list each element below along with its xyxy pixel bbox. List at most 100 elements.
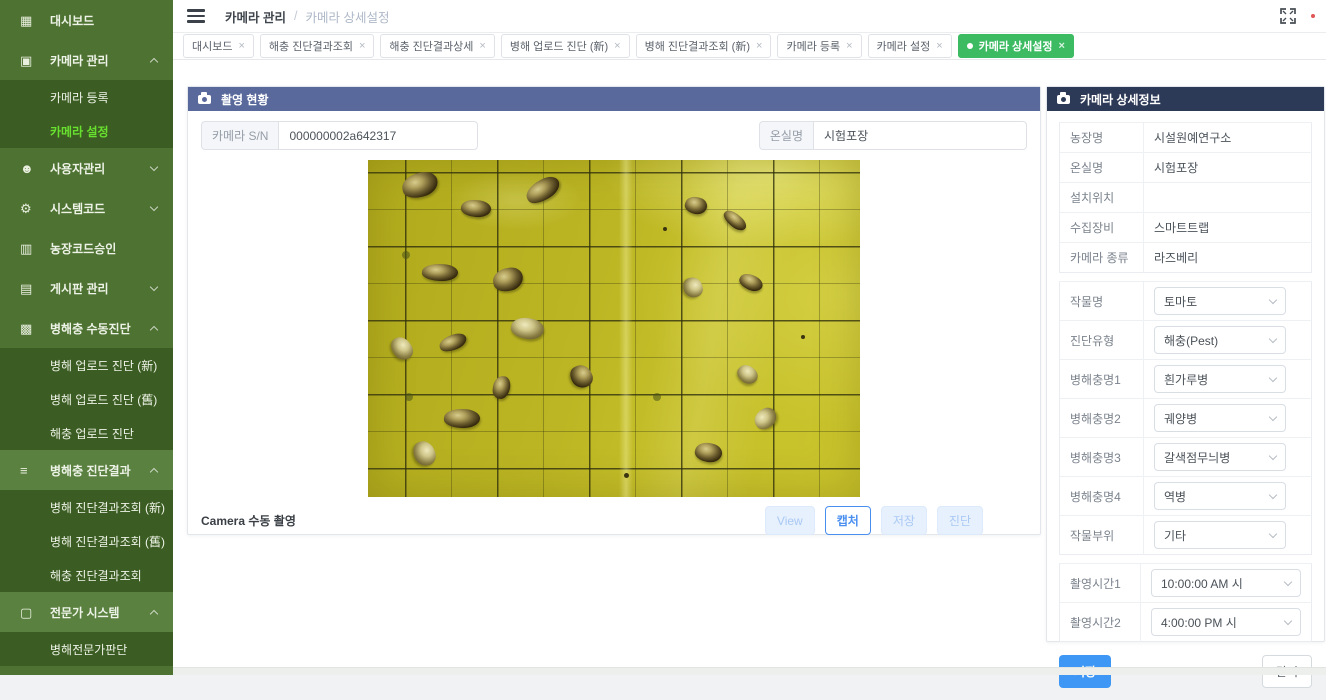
action-button[interactable]: 저장: [881, 506, 927, 535]
trap-spot: [444, 408, 481, 429]
field-label: 진단유형: [1060, 321, 1144, 360]
table-row: 촬영시간1 10:00:00 AM 시: [1060, 564, 1312, 603]
tab-close-icon[interactable]: ×: [756, 40, 762, 52]
chevron-down-icon: [1269, 295, 1277, 303]
dropdown-value: 궤양병: [1164, 410, 1197, 427]
tab-close-icon[interactable]: ×: [936, 40, 942, 52]
field-label: 온실명: [1060, 153, 1144, 183]
tab-close-icon[interactable]: ×: [479, 40, 485, 52]
field-label: 병해충명3: [1060, 438, 1144, 477]
trap-spot: [402, 251, 410, 259]
tab-close-icon[interactable]: ×: [359, 40, 365, 52]
sidebar-item[interactable]: 해충 업로드 진단: [0, 416, 173, 450]
sidebar-item[interactable]: ▩ 병해충 수동진단: [0, 308, 173, 348]
dropdown[interactable]: 갈색점무늬병: [1154, 443, 1286, 471]
sidebar-item[interactable]: 해충 진단결과조회: [0, 558, 173, 592]
tab[interactable]: 카메라 등록 ×: [777, 34, 861, 58]
field-label: 병해충명4: [1060, 477, 1144, 516]
camera-sn-input[interactable]: [278, 121, 478, 150]
sidebar-item-icon: ▢: [20, 606, 37, 619]
sidebar-item[interactable]: ≡ 병해충 진단결과: [0, 450, 173, 490]
field-label: 카메라 종류: [1060, 243, 1144, 273]
chevron-icon: [150, 610, 158, 618]
time-dropdown[interactable]: 4:00:00 PM 시: [1151, 608, 1301, 636]
dropdown[interactable]: 토마토: [1154, 287, 1286, 315]
tab[interactable]: 카메라 설정 ×: [868, 34, 952, 58]
sidebar-item-icon: ▩: [20, 322, 37, 335]
trap-spot: [751, 405, 781, 433]
chevron-icon: [150, 58, 158, 66]
action-button[interactable]: View: [765, 506, 815, 535]
tab-label: 해충 진단결과상세: [389, 38, 473, 54]
field-value: 시험포장: [1144, 153, 1312, 183]
capture-actions: View 캡처 저장 진단: [765, 506, 1027, 535]
sidebar-item[interactable]: ▣ 카메라 관리: [0, 40, 173, 80]
dropdown[interactable]: 해충(Pest): [1154, 326, 1286, 354]
sidebar-item[interactable]: 병해 업로드 진단 (新): [0, 348, 173, 382]
tab[interactable]: 해충 진단결과상세 ×: [380, 34, 494, 58]
trap-spot: [693, 440, 724, 465]
sidebar-item[interactable]: ▦ 대시보드: [0, 0, 173, 40]
close-button[interactable]: 닫기: [1262, 655, 1312, 688]
tab[interactable]: 병해 진단결과조회 (新) ×: [636, 34, 772, 58]
sidebar-item[interactable]: 카메라 등록: [0, 80, 173, 114]
camera-info-table: 농장명 시설원예연구소 온실명 시험포장 설치위치 수집장비 스마트트랩: [1059, 122, 1312, 273]
tab-close-icon[interactable]: ×: [614, 40, 620, 52]
table-row: 작물명 토마토: [1060, 282, 1312, 321]
camera-detail-panel: 카메라 상세정보 농장명 시설원예연구소 온실명 시험포장 설치위치: [1046, 86, 1325, 642]
save-button[interactable]: 저장: [1059, 655, 1111, 688]
trap-spot: [737, 270, 765, 295]
sidebar-item-icon: ≡: [20, 464, 37, 477]
sidebar-item[interactable]: ▢ 전문가 시스템: [0, 592, 173, 632]
sidebar-item-icon: ☻: [20, 162, 37, 175]
field-label: 설치위치: [1060, 183, 1144, 213]
breadcrumb-primary[interactable]: 카메라 관리: [225, 7, 286, 26]
chevron-icon: [150, 326, 158, 334]
sidebar-item[interactable]: ▤ 게시판 관리: [0, 268, 173, 308]
menu-toggle-icon[interactable]: [187, 9, 205, 23]
table-row: 수집장비 스마트트랩: [1060, 213, 1312, 243]
sidebar-item-label: 대시보드: [50, 12, 94, 29]
sidebar-item[interactable]: ⚙ 시스템코드: [0, 188, 173, 228]
chevron-down-icon: [1269, 529, 1277, 537]
dropdown[interactable]: 흰가루병: [1154, 365, 1286, 393]
dropdown[interactable]: 궤양병: [1154, 404, 1286, 432]
tab-close-icon[interactable]: ×: [238, 40, 244, 52]
sidebar-item[interactable]: 카메라 설정: [0, 114, 173, 148]
tab[interactable]: 해충 진단결과조회 ×: [260, 34, 374, 58]
action-button[interactable]: 진단: [937, 506, 983, 535]
tab-close-icon[interactable]: ×: [846, 40, 852, 52]
sidebar-item[interactable]: 병해 업로드 진단 (舊): [0, 382, 173, 416]
sidebar-item-label: 병해 업로드 진단 (舊): [50, 391, 157, 408]
field-label: 수집장비: [1060, 213, 1144, 243]
trap-spot: [523, 173, 564, 208]
breadcrumb-secondary: 카메라 상세설정: [305, 7, 389, 26]
fullscreen-icon[interactable]: [1280, 8, 1296, 24]
tab-close-icon[interactable]: ×: [1059, 40, 1065, 52]
tab[interactable]: 병해 업로드 진단 (新) ×: [501, 34, 630, 58]
sidebar-item[interactable]: ▥ 농장코드승인: [0, 228, 173, 268]
field-label: 병해충명2: [1060, 399, 1144, 438]
greenhouse-input[interactable]: [813, 121, 1027, 150]
sidebar-item[interactable]: 병해 진단결과조회 (新): [0, 490, 173, 524]
trap-spot: [663, 227, 667, 231]
dropdown[interactable]: 역병: [1154, 482, 1286, 510]
dropdown-value: 역병: [1164, 488, 1186, 505]
tab[interactable]: 카메라 상세설정 ×: [958, 34, 1074, 58]
sidebar-item[interactable]: ☻ 사용자관리: [0, 148, 173, 188]
sidebar-item-label: 농장코드승인: [50, 240, 116, 257]
chevron-icon: [150, 162, 158, 170]
field-value: 시설원예연구소: [1144, 123, 1312, 153]
notification-dot: [1311, 14, 1315, 18]
sidebar-item[interactable]: 병해 진단결과조회 (舊): [0, 524, 173, 558]
dropdown[interactable]: 기타: [1154, 521, 1286, 549]
trap-spot: [438, 331, 469, 354]
sidebar-item[interactable]: 병해전문가판단: [0, 632, 173, 666]
action-button[interactable]: 캡처: [825, 506, 871, 535]
field-label: 작물부위: [1060, 516, 1144, 555]
tab[interactable]: 대시보드 ×: [183, 34, 254, 58]
time-dropdown[interactable]: 10:00:00 AM 시: [1151, 569, 1301, 597]
dropdown-value: 흰가루병: [1164, 371, 1208, 388]
capture-status-header: 촬영 현황: [188, 87, 1040, 111]
table-row: 농장명 시설원예연구소: [1060, 123, 1312, 153]
